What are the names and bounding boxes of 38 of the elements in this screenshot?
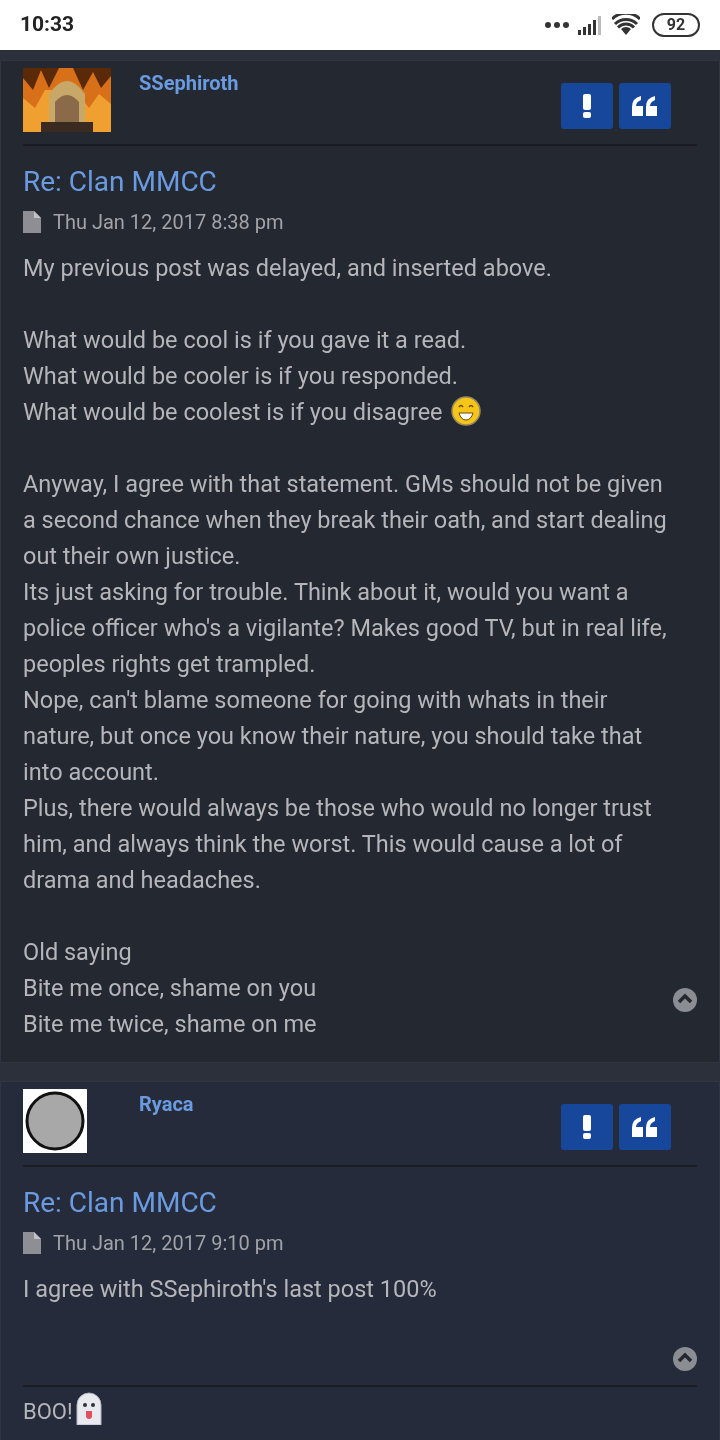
grinning-face-icon bbox=[450, 396, 481, 426]
status-time: 10:33 bbox=[20, 11, 75, 39]
post-date: Thu Jan 12, 2017 8:38 pm bbox=[53, 209, 284, 236]
battery-indicator: 92 bbox=[652, 13, 700, 37]
post-text: Plus, there would always be those who would no longer trust him, and always think the worst. This would cause a lot of drama and headaches. bbox=[23, 793, 653, 896]
post-text: Its just asking for trouble. Think about it, would you want a police officer who's a vigilante? Makes good TV, but in real life, peoples rights get trampled. bbox=[23, 577, 668, 680]
post-text: Old saying bbox=[23, 937, 133, 968]
quote-button[interactable] bbox=[619, 1104, 671, 1150]
scroll-up-icon[interactable] bbox=[673, 1347, 697, 1371]
post-text: Bite me once, shame on you bbox=[23, 973, 318, 1004]
exclamation-icon bbox=[583, 94, 591, 118]
post-text: Bite me twice, shame on me bbox=[23, 1009, 318, 1040]
quote-button[interactable] bbox=[619, 83, 671, 129]
post-title[interactable]: Re: Clan MMCC bbox=[23, 164, 697, 200]
post-text: Anyway, I agree with that statement. GMs should not be given a second chance when they break their oath, and start dealing out their own justice. bbox=[23, 469, 668, 572]
signal-icon bbox=[578, 15, 604, 35]
post-title[interactable]: Re: Clan MMCC bbox=[23, 1185, 697, 1221]
more-dots-icon bbox=[544, 21, 570, 29]
document-icon bbox=[23, 211, 41, 233]
post-text: What would be cool is if you gave it a read. bbox=[23, 325, 468, 356]
scroll-up-icon[interactable] bbox=[673, 988, 697, 1012]
quote-icon bbox=[632, 96, 658, 116]
author-link[interactable]: Ryaca bbox=[139, 1090, 194, 1118]
post-text: What would be coolest is if you disagree bbox=[23, 394, 673, 430]
post-text: I agree with SSephiroth's last post 100% bbox=[23, 1274, 438, 1305]
signature-text: BOO! bbox=[23, 1391, 697, 1428]
document-icon bbox=[23, 1232, 41, 1254]
quote-icon bbox=[632, 1117, 658, 1137]
avatar bbox=[23, 1089, 87, 1153]
post-text: Nope, can't blame someone for going with whats in their nature, but once you know their nature, you should take that into account. bbox=[23, 685, 644, 788]
post-text: What would be cooler is if you responded. bbox=[23, 361, 460, 392]
post-date: Thu Jan 12, 2017 9:10 pm bbox=[53, 1230, 284, 1257]
exclamation-icon bbox=[583, 1115, 591, 1139]
wifi-icon bbox=[612, 14, 640, 36]
report-button[interactable] bbox=[561, 1104, 613, 1150]
report-button[interactable] bbox=[561, 83, 613, 129]
author-link[interactable]: SSephiroth bbox=[139, 69, 239, 97]
post-text: My previous post was delayed, and inserted above. bbox=[23, 253, 553, 284]
